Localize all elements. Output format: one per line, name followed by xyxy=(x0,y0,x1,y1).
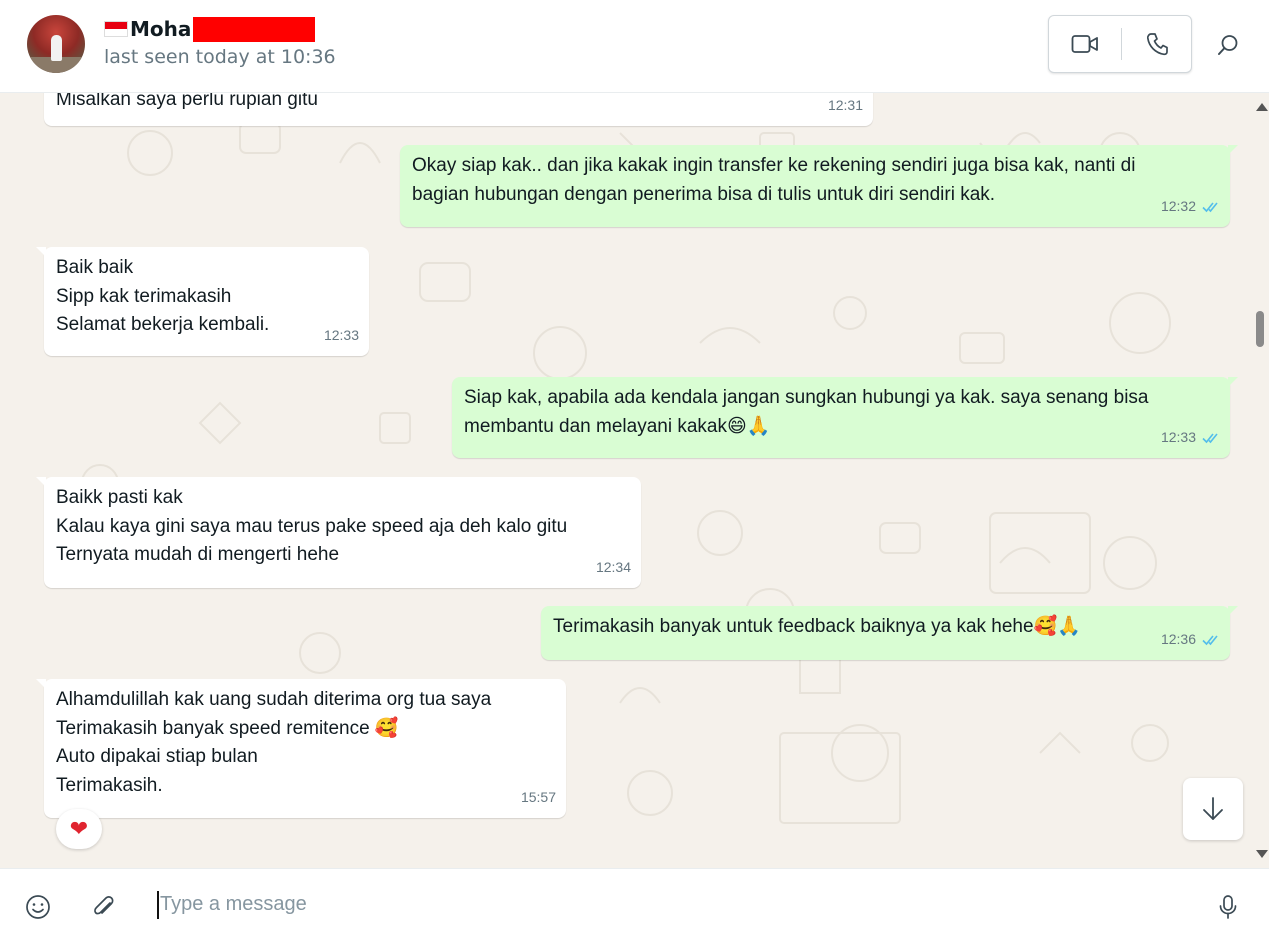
message-text: Terimakasih banyak untuk feedback baikny… xyxy=(553,616,1081,637)
message-meta: 12:36 xyxy=(1161,625,1220,654)
bubble-tail xyxy=(1228,377,1238,387)
phone-icon xyxy=(1146,33,1168,56)
contact-status: last seen today at 10:36 xyxy=(104,46,336,68)
chat-scrollbar[interactable] xyxy=(1252,93,1269,868)
message-composer xyxy=(0,868,1269,942)
message-incoming[interactable]: Baikk pasti kak Kalau kaya gini saya mau… xyxy=(36,477,641,588)
indonesia-flag-icon xyxy=(104,21,128,37)
reaction-heart-badge[interactable]: ❤ xyxy=(56,809,102,849)
smiley-icon xyxy=(26,895,50,919)
message-meta: 12:32 xyxy=(1161,192,1220,221)
double-check-read-icon xyxy=(1202,433,1218,443)
video-call-icon xyxy=(1071,35,1098,53)
emoji-button[interactable] xyxy=(20,889,56,925)
message-incoming[interactable]: Alhamdulillah kak uang sudah diterima or… xyxy=(36,679,566,818)
message-incoming[interactable]: Baik baik Sipp kak terimakasih Selamat b… xyxy=(36,247,369,356)
message-text: Sipp kak terimakasih xyxy=(56,285,232,307)
message-time: 12:34 xyxy=(595,559,631,576)
message-text: Auto dipakai stiap bulan xyxy=(56,746,258,768)
message-time: 15:57 xyxy=(520,789,556,806)
message-text: Okay siap kak.. dan jika kakak ingin tra… xyxy=(412,155,1136,176)
bubble-tail xyxy=(1228,606,1238,616)
message-text: Selamat bekerja kembali. xyxy=(56,314,270,336)
double-check-read-icon xyxy=(1202,635,1218,645)
paperclip-icon xyxy=(94,896,114,915)
message-text: Baik baik xyxy=(56,257,134,278)
message-time: 12:33 xyxy=(323,327,359,344)
search-button[interactable] xyxy=(1210,27,1246,63)
message-time: 12:31 xyxy=(827,97,863,114)
video-call-button[interactable] xyxy=(1049,16,1120,72)
contact-name-row[interactable]: Mohan xyxy=(104,14,206,44)
search-icon xyxy=(1218,35,1238,55)
message-text: membantu dan melayani kakak😄🙏 xyxy=(464,415,771,437)
message-outgoing[interactable]: Terimakasih banyak untuk feedback baikny… xyxy=(541,606,1238,660)
voice-record-button[interactable] xyxy=(1210,889,1246,925)
bubble-tail xyxy=(1228,145,1238,155)
redaction-box xyxy=(193,17,315,42)
message-text: Terimakasih banyak speed remitence 🥰 xyxy=(56,717,399,739)
message-meta: 12:33 xyxy=(324,321,359,350)
message-text: Kalau kaya gini saya mau terus pake spee… xyxy=(56,515,568,537)
message-time: 12:33 xyxy=(1160,429,1196,446)
bubble-tail xyxy=(36,477,46,487)
message-outgoing[interactable]: Okay siap kak.. dan jika kakak ingin tra… xyxy=(400,145,1238,227)
message-meta: 15:57 xyxy=(521,783,556,812)
text-caret xyxy=(157,891,159,919)
message-time: 12:32 xyxy=(1160,198,1196,215)
message-time: 12:36 xyxy=(1160,631,1196,648)
message-outgoing[interactable]: Siap kak, apabila ada kendala jangan sun… xyxy=(452,377,1238,458)
message-incoming[interactable]: Misalkan saya perlu rupian gitu 12:31 xyxy=(44,93,873,126)
message-text: Misalkan saya perlu rupian gitu xyxy=(56,93,318,110)
avatar-person xyxy=(51,35,62,61)
message-text: Siap kak, apabila ada kendala jangan sun… xyxy=(464,387,1149,408)
message-text: Ternyata mudah di mengerti hehe xyxy=(56,544,340,566)
arrow-down-icon xyxy=(1203,797,1223,820)
double-check-read-icon xyxy=(1202,202,1218,212)
message-list[interactable]: Misalkan saya perlu rupian gitu 12:31 Ok… xyxy=(0,93,1269,868)
scroll-up-arrow-icon[interactable] xyxy=(1256,103,1268,111)
bubble-tail xyxy=(36,679,46,689)
message-meta: 12:31 xyxy=(828,93,863,120)
attach-button[interactable] xyxy=(86,889,122,925)
call-button-group xyxy=(1048,15,1192,73)
message-meta: 12:34 xyxy=(596,553,631,582)
message-text: bagian hubungan dengan penerima bisa di … xyxy=(412,183,996,205)
message-text: Terimakasih. xyxy=(56,774,163,796)
message-input[interactable] xyxy=(160,887,1160,921)
voice-call-button[interactable] xyxy=(1121,16,1192,72)
message-text: Alhamdulillah kak uang sudah diterima or… xyxy=(56,689,492,710)
scroll-to-bottom-button[interactable] xyxy=(1183,778,1243,840)
heart-icon: ❤ xyxy=(69,816,89,842)
scroll-down-arrow-icon[interactable] xyxy=(1256,850,1268,858)
chat-header: Mohan last seen today at 10:36 xyxy=(0,0,1269,93)
microphone-icon xyxy=(1219,895,1237,919)
scrollbar-thumb[interactable] xyxy=(1256,311,1264,347)
message-text: Baikk pasti kak xyxy=(56,487,183,508)
message-meta: 12:33 xyxy=(1161,423,1220,452)
bubble-tail xyxy=(36,247,46,257)
contact-avatar[interactable] xyxy=(27,15,85,73)
